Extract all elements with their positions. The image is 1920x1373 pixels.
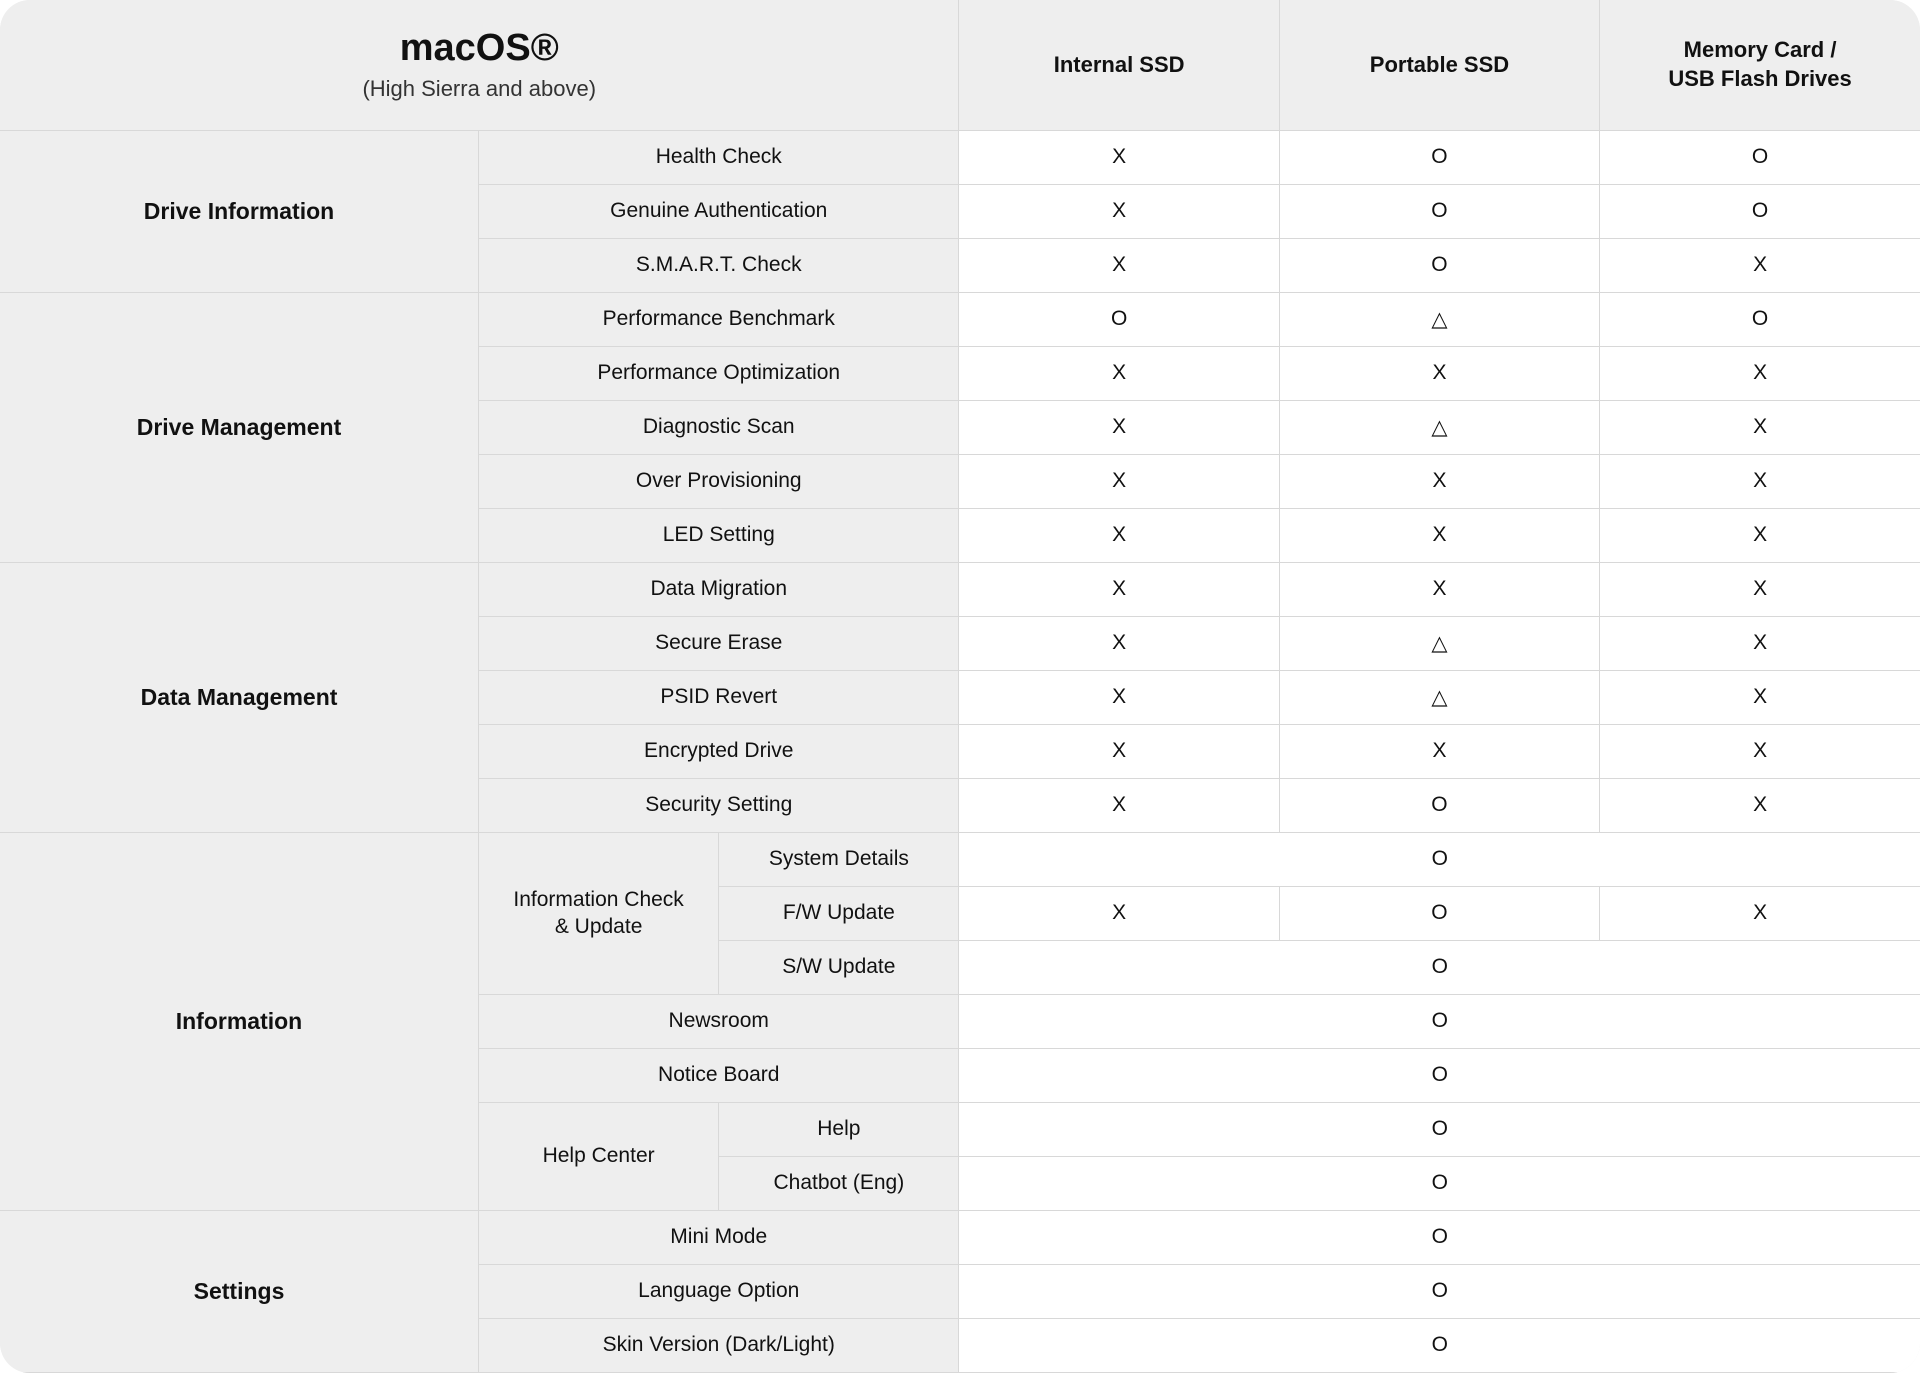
cell-value-merged: O [959, 1102, 1920, 1156]
col-header-memory-card: Memory Card /USB Flash Drives [1600, 0, 1920, 130]
cell-value: X [959, 238, 1279, 292]
table-row: Drive Information Health Check X O O [0, 130, 1920, 184]
cell-value: X [1600, 508, 1920, 562]
table-header-row: macOS® (High Sierra and above) Internal … [0, 0, 1920, 130]
feature-health-check: Health Check [478, 130, 959, 184]
cell-value: X [959, 670, 1279, 724]
cell-value: X [959, 562, 1279, 616]
feature-smart-check: S.M.A.R.T. Check [478, 238, 959, 292]
cell-value: X [1279, 724, 1599, 778]
feature-genuine-auth: Genuine Authentication [478, 184, 959, 238]
category-drive-information: Drive Information [0, 130, 478, 292]
category-settings: Settings [0, 1210, 478, 1372]
category-data-management: Data Management [0, 562, 478, 832]
cell-value: X [1600, 346, 1920, 400]
feature-lang-option: Language Option [478, 1264, 959, 1318]
feature-chatbot: Chatbot (Eng) [719, 1156, 959, 1210]
cell-value: X [1600, 778, 1920, 832]
feature-psid-revert: PSID Revert [478, 670, 959, 724]
cell-value: O [1279, 238, 1599, 292]
cell-value: X [959, 346, 1279, 400]
cell-value: X [1279, 454, 1599, 508]
cell-value: X [1600, 616, 1920, 670]
cell-value: X [1279, 562, 1599, 616]
cell-value-merged: O [959, 1318, 1920, 1372]
feature-perf-opt: Performance Optimization [478, 346, 959, 400]
col-header-internal-ssd: Internal SSD [959, 0, 1279, 130]
cell-value: △ [1279, 400, 1599, 454]
feature-sec-setting: Security Setting [478, 778, 959, 832]
support-matrix-table: macOS® (High Sierra and above) Internal … [0, 0, 1920, 1373]
category-drive-management: Drive Management [0, 292, 478, 562]
cell-value: X [1600, 238, 1920, 292]
feature-over-prov: Over Provisioning [478, 454, 959, 508]
table-row: Information Information Check& Update Sy… [0, 832, 1920, 886]
cell-value: X [1279, 346, 1599, 400]
feature-skin-version: Skin Version (Dark/Light) [478, 1318, 959, 1372]
cell-value: X [1600, 400, 1920, 454]
table-row: Drive Management Performance Benchmark O… [0, 292, 1920, 346]
cell-value: X [959, 184, 1279, 238]
cell-value: △ [1279, 616, 1599, 670]
cell-value: X [959, 886, 1279, 940]
feature-sw-update: S/W Update [719, 940, 959, 994]
os-subtitle: (High Sierra and above) [362, 76, 596, 101]
cell-value: X [1279, 508, 1599, 562]
cell-value-merged: O [959, 832, 1920, 886]
feature-perf-benchmark: Performance Benchmark [478, 292, 959, 346]
cell-value: X [1600, 454, 1920, 508]
cell-value: X [959, 616, 1279, 670]
cell-value: X [1600, 670, 1920, 724]
cell-value: X [959, 778, 1279, 832]
cell-value: X [959, 724, 1279, 778]
feature-secure-erase: Secure Erase [478, 616, 959, 670]
cell-value-merged: O [959, 1048, 1920, 1102]
table-row: Data Management Data Migration X X X [0, 562, 1920, 616]
cell-value-merged: O [959, 1156, 1920, 1210]
cell-value: O [1279, 130, 1599, 184]
cell-value: △ [1279, 670, 1599, 724]
cell-value: O [959, 292, 1279, 346]
cell-value-merged: O [959, 1264, 1920, 1318]
cell-value: X [959, 400, 1279, 454]
feature-diag-scan: Diagnostic Scan [478, 400, 959, 454]
os-name: macOS® [0, 27, 958, 70]
category-information: Information [0, 832, 478, 1210]
cell-value-merged: O [959, 1210, 1920, 1264]
cell-value: O [1279, 886, 1599, 940]
feature-newsroom: Newsroom [478, 994, 959, 1048]
feature-notice-board: Notice Board [478, 1048, 959, 1102]
cell-value: O [1279, 184, 1599, 238]
cell-value: X [1600, 886, 1920, 940]
cell-value: △ [1279, 292, 1599, 346]
cell-value: X [959, 130, 1279, 184]
cell-value: X [959, 508, 1279, 562]
cell-value-merged: O [959, 940, 1920, 994]
cell-value-merged: O [959, 994, 1920, 1048]
cell-value: O [1279, 778, 1599, 832]
cell-value: X [959, 454, 1279, 508]
feature-mini-mode: Mini Mode [478, 1210, 959, 1264]
subgroup-info-check: Information Check& Update [478, 832, 718, 994]
col-header-portable-ssd: Portable SSD [1279, 0, 1599, 130]
subgroup-help-center: Help Center [478, 1102, 718, 1210]
feature-fw-update: F/W Update [719, 886, 959, 940]
cell-value: X [1600, 724, 1920, 778]
feature-led-setting: LED Setting [478, 508, 959, 562]
feature-help: Help [719, 1102, 959, 1156]
feature-enc-drive: Encrypted Drive [478, 724, 959, 778]
feature-sys-details: System Details [719, 832, 959, 886]
table-row: Settings Mini Mode O [0, 1210, 1920, 1264]
cell-value: O [1600, 292, 1920, 346]
cell-value: O [1600, 130, 1920, 184]
feature-data-migration: Data Migration [478, 562, 959, 616]
cell-value: O [1600, 184, 1920, 238]
os-header: macOS® (High Sierra and above) [0, 0, 959, 130]
cell-value: X [1600, 562, 1920, 616]
